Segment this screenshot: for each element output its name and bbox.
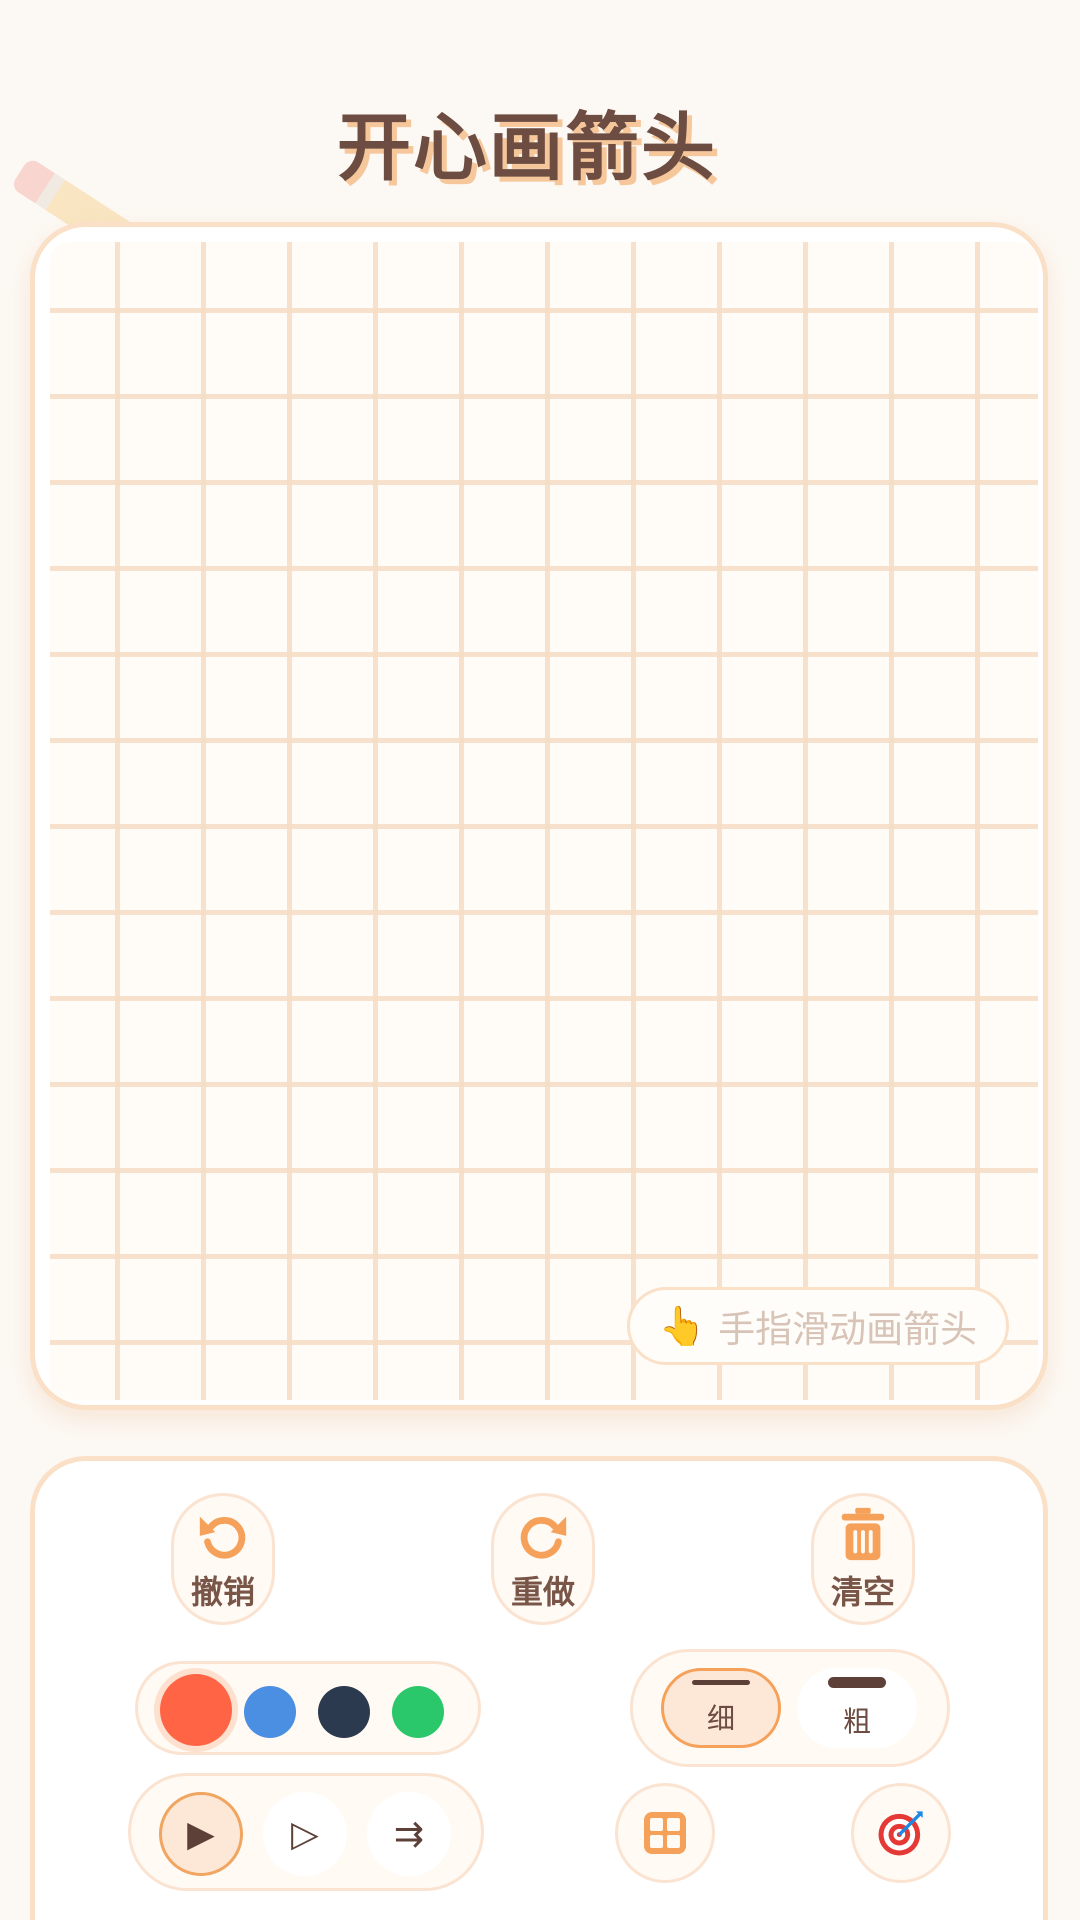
pointing-hand-icon: 👆	[658, 1303, 707, 1348]
color-swatch-red[interactable]	[160, 1674, 232, 1746]
canvas-hint: 👆 手指滑动画箭头	[627, 1287, 1009, 1365]
drawing-canvas[interactable]	[50, 242, 1038, 1400]
arrow-style-picker: ▶ ▷ ⇉	[128, 1773, 484, 1891]
undo-button[interactable]: 撤销	[171, 1493, 275, 1625]
arrow-style-double-button[interactable]: ⇉	[367, 1792, 451, 1876]
target-button[interactable]	[851, 1783, 951, 1883]
hint-text: 手指滑动画箭头	[718, 1308, 978, 1351]
arrow-style-filled-button[interactable]: ▶	[159, 1792, 243, 1876]
stroke-width-picker: 细 粗	[630, 1649, 950, 1767]
color-swatch-blue[interactable]	[244, 1686, 296, 1738]
thin-line-icon	[692, 1679, 750, 1685]
grid-toggle-button[interactable]	[615, 1783, 715, 1883]
undo-label: 撤销	[190, 1573, 255, 1611]
outline-triangle-icon: ▷	[291, 1813, 319, 1855]
undo-icon	[199, 1516, 246, 1559]
thin-stroke-button[interactable]: 细	[661, 1668, 781, 1748]
header: 开心画箭头	[0, 0, 1080, 269]
filled-triangle-icon: ▶	[187, 1813, 215, 1855]
color-picker	[135, 1661, 481, 1755]
trash-icon	[841, 1507, 885, 1561]
page-title: 开心画箭头	[337, 105, 717, 191]
redo-button[interactable]: 重做	[491, 1493, 595, 1625]
clear-button[interactable]: 清空	[811, 1493, 915, 1625]
target-icon	[878, 1811, 923, 1856]
drawing-canvas-card: 👆 手指滑动画箭头	[30, 222, 1048, 1410]
redo-label: 重做	[510, 1573, 575, 1611]
color-swatch-green[interactable]	[392, 1686, 444, 1738]
clear-label: 清空	[830, 1573, 895, 1611]
thick-line-icon	[828, 1676, 886, 1688]
color-swatch-navy[interactable]	[318, 1686, 370, 1738]
double-arrow-icon: ⇉	[393, 1813, 425, 1855]
grid-icon	[644, 1812, 686, 1854]
thick-label: 粗	[842, 1704, 871, 1738]
arrow-style-outline-button[interactable]: ▷	[263, 1792, 347, 1876]
toolbar: 撤销 重做 清空 细 粗 ▶ ▷ ⇉	[30, 1456, 1048, 1920]
thick-stroke-button[interactable]: 粗	[797, 1668, 917, 1748]
thin-label: 细	[706, 1701, 735, 1735]
redo-icon	[520, 1516, 567, 1559]
